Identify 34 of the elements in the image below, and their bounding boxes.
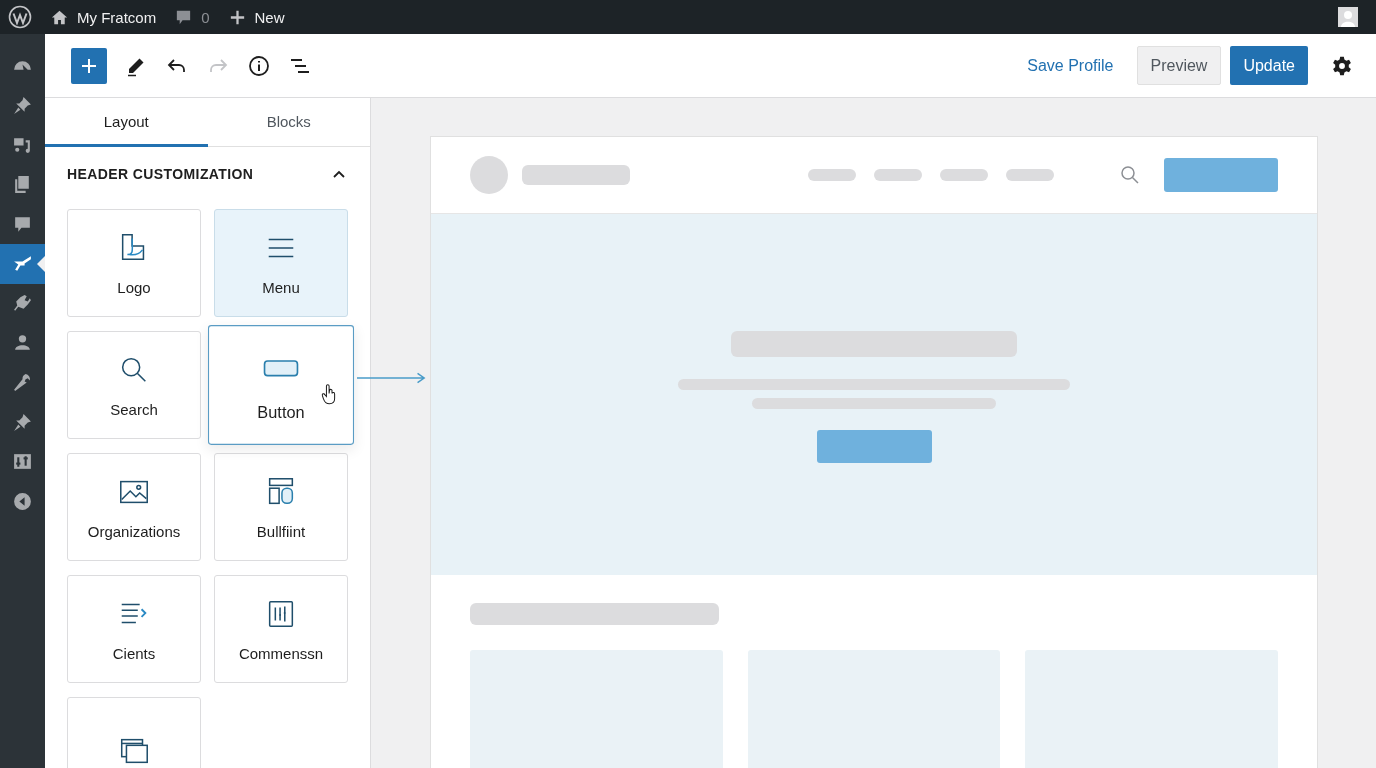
section-title: HEADER CUSTOMIZATION [67, 166, 254, 182]
nav-placeholder [808, 169, 856, 181]
new-link[interactable]: New [227, 7, 285, 27]
comments-link[interactable]: 0 [174, 7, 210, 27]
block-card[interactable]: Search [67, 331, 201, 439]
tools-icon [12, 372, 33, 394]
admin-menu-item[interactable] [0, 243, 45, 284]
pin-icon [12, 94, 33, 116]
hand-cursor-icon [321, 383, 338, 405]
pin-icon [12, 411, 33, 433]
search-icon [1120, 165, 1140, 185]
nav-placeholder [940, 169, 988, 181]
site-name-link[interactable]: My Fratcom [50, 7, 157, 27]
settings-icon[interactable] [1331, 54, 1353, 77]
update-button[interactable]: Update [1230, 46, 1308, 85]
panel-tab[interactable]: Layout [45, 98, 208, 147]
wordpress-logo-icon[interactable] [8, 5, 32, 29]
info-icon[interactable] [247, 53, 271, 78]
collapse-icon [12, 490, 33, 512]
save-profile-link[interactable]: Save Profile [1027, 56, 1114, 75]
block-card[interactable]: Bullfiint [214, 453, 348, 561]
arrow-drawing [357, 372, 427, 384]
block-card[interactable]: Organizations [67, 453, 201, 561]
nav-placeholder [874, 169, 922, 181]
nav-placeholder [1006, 169, 1054, 181]
preview-button[interactable]: Preview [1136, 46, 1222, 85]
block-card[interactable]: Commenssn [214, 575, 348, 683]
block-card[interactable]: Menu [214, 209, 348, 317]
block-card[interactable]: Cients [67, 575, 201, 683]
block-card[interactable]: Logo [67, 209, 201, 317]
block-card[interactable]: Button [207, 325, 355, 445]
logo-placeholder [470, 156, 508, 194]
add-block-button[interactable] [71, 47, 107, 84]
panel-tab[interactable]: Blocks [207, 98, 370, 147]
